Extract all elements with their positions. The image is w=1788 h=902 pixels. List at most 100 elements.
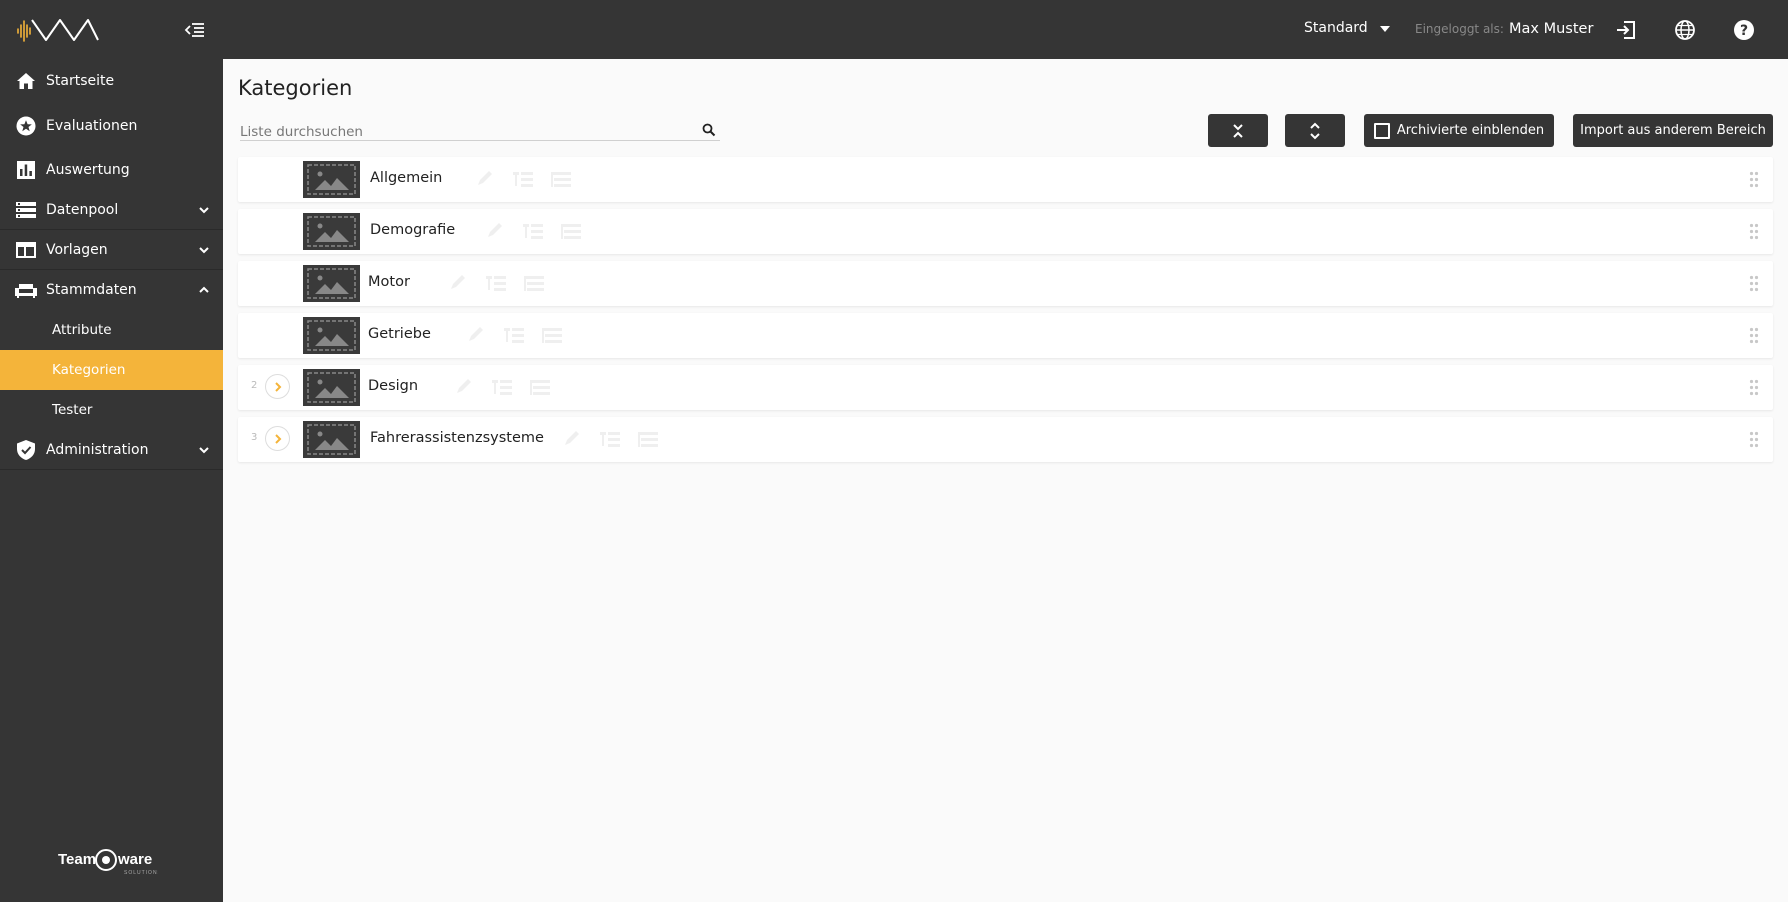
menu-collapse-icon[interactable] <box>184 20 206 40</box>
sidebar-item-label: Stammdaten <box>46 282 137 298</box>
topbar: Standard Eingeloggt als: Max Muster ? <box>223 0 1788 59</box>
edit-icon[interactable] <box>484 222 506 240</box>
logout-icon[interactable] <box>1615 19 1637 41</box>
search-icon[interactable] <box>702 123 716 137</box>
row-actions <box>453 378 551 396</box>
sofa-icon <box>15 279 37 301</box>
sidebar-item-administration[interactable]: Administration <box>0 430 223 470</box>
drag-handle-icon[interactable] <box>1749 223 1759 240</box>
sidebar-item-label: Auswertung <box>46 162 130 178</box>
expand-all-button[interactable] <box>1285 114 1345 147</box>
teamware-logo: Team ware SOLUTIONS <box>58 849 158 876</box>
image-placeholder-icon <box>303 161 360 198</box>
edit-icon[interactable] <box>465 326 487 344</box>
sidebar-item-label: Administration <box>46 441 149 458</box>
drag-handle-icon[interactable] <box>1749 431 1759 448</box>
chevron-down-icon <box>199 246 209 253</box>
list-item[interactable]: Allgemein <box>238 157 1773 202</box>
drag-handle-icon[interactable] <box>1749 171 1759 188</box>
edit-icon[interactable] <box>474 170 496 188</box>
show-archived-button[interactable]: Archivierte einblenden <box>1364 114 1554 147</box>
template-icon <box>15 239 37 261</box>
subcategory-add-icon[interactable] <box>599 430 621 448</box>
row-actions <box>561 430 659 448</box>
subcategory-add-icon[interactable] <box>503 326 525 344</box>
user-name: Max Muster <box>1509 21 1594 37</box>
sidebar-item-startseite[interactable]: Startseite <box>0 61 223 101</box>
storage-icon <box>15 199 37 221</box>
wave-logo[interactable] <box>16 16 100 42</box>
edit-icon[interactable] <box>561 430 583 448</box>
sidebar-nav: Startseite Evaluationen Auswertung Daten… <box>0 61 223 470</box>
view-select[interactable]: Standard <box>1304 20 1390 36</box>
drag-handle-icon[interactable] <box>1749 275 1759 292</box>
sidebar-item-label: Datenpool <box>46 201 119 218</box>
row-number: 2 <box>251 380 258 391</box>
list-detail-icon[interactable] <box>637 430 659 448</box>
caret-down-icon <box>1379 26 1390 32</box>
sidebar-subitem-tester[interactable]: Tester <box>0 390 223 430</box>
sidebar-subitem-label: Kategorien <box>52 362 126 378</box>
list-detail-icon[interactable] <box>541 326 563 344</box>
drag-handle-icon[interactable] <box>1749 327 1759 344</box>
checkbox-icon <box>1373 122 1390 139</box>
list-item[interactable]: Demografie <box>238 209 1773 254</box>
sidebar-subitem-label: Tester <box>52 402 93 418</box>
row-number: 3 <box>251 432 258 443</box>
list-detail-icon[interactable] <box>560 222 582 240</box>
image-placeholder-icon <box>303 369 360 406</box>
sidebar-item-label: Evaluationen <box>46 118 138 134</box>
list-item[interactable]: 3 Fahrerassistenzsysteme <box>238 417 1773 462</box>
subcategory-add-icon[interactable] <box>485 274 507 292</box>
drag-handle-icon[interactable] <box>1749 379 1759 396</box>
expand-row-button[interactable] <box>265 374 290 399</box>
image-placeholder-icon <box>303 213 360 250</box>
import-button[interactable]: Import aus anderem Bereich <box>1573 114 1773 147</box>
subcategory-add-icon[interactable] <box>512 170 534 188</box>
collapse-all-button[interactable] <box>1208 114 1268 147</box>
sidebar: Startseite Evaluationen Auswertung Daten… <box>0 0 223 902</box>
subcategory-add-icon[interactable] <box>522 222 544 240</box>
edit-icon[interactable] <box>447 274 469 292</box>
show-archived-label: Archivierte einblenden <box>1396 123 1545 138</box>
subcategory-add-icon[interactable] <box>491 378 513 396</box>
globe-icon[interactable] <box>1674 19 1696 41</box>
import-label: Import aus anderem Bereich <box>1580 123 1766 138</box>
sidebar-subitem-kategorien[interactable]: Kategorien <box>0 350 223 390</box>
sidebar-item-stammdaten[interactable]: Stammdaten <box>0 270 223 310</box>
chevron-right-icon <box>274 433 281 444</box>
list-detail-icon[interactable] <box>523 274 545 292</box>
list-detail-icon[interactable] <box>529 378 551 396</box>
row-actions <box>447 274 545 292</box>
category-label: Allgemein <box>370 170 443 186</box>
edit-icon[interactable] <box>453 378 475 396</box>
search-input[interactable] <box>240 123 680 141</box>
expand-row-button[interactable] <box>265 426 290 451</box>
row-actions <box>474 170 572 188</box>
svg-text:?: ? <box>1740 23 1748 39</box>
sidebar-item-datenpool[interactable]: Datenpool <box>0 190 223 230</box>
shield-check-icon <box>15 439 37 461</box>
sidebar-item-vorlagen[interactable]: Vorlagen <box>0 230 223 270</box>
chevron-right-icon <box>274 381 281 392</box>
help-icon[interactable]: ? <box>1733 19 1755 41</box>
home-icon <box>15 70 37 92</box>
sidebar-subitem-attribute[interactable]: Attribute <box>0 310 223 350</box>
list-item[interactable]: Getriebe <box>238 313 1773 358</box>
list-item[interactable]: Motor <box>238 261 1773 306</box>
expand-all-icon <box>1310 122 1320 139</box>
category-list: Allgemein Demografie Motor Getriebe 2 Design 3… <box>238 157 1773 469</box>
category-label: Motor <box>368 274 410 290</box>
list-detail-icon[interactable] <box>550 170 572 188</box>
collapse-all-icon <box>1233 123 1243 138</box>
search-field <box>240 121 720 141</box>
bar-chart-icon <box>15 159 37 181</box>
list-item[interactable]: 2 Design <box>238 365 1773 410</box>
sidebar-item-evaluationen[interactable]: Evaluationen <box>0 106 223 146</box>
sidebar-item-label: Vorlagen <box>46 241 108 258</box>
row-actions <box>465 326 563 344</box>
svg-text:Team: Team <box>58 851 96 868</box>
chevron-down-icon <box>199 446 209 453</box>
sidebar-item-auswertung[interactable]: Auswertung <box>0 150 223 190</box>
chevron-up-icon <box>199 286 209 293</box>
